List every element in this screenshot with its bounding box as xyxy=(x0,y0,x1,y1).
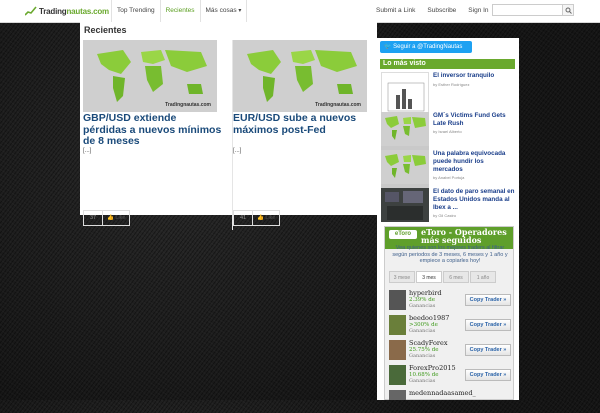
user-links: Submit a Link Subscribe Sign In xyxy=(370,0,495,22)
copy-trader-button[interactable]: Copy Trader » xyxy=(465,369,511,381)
thumb-brand: Tradingnautas.com xyxy=(165,102,211,108)
site-logo[interactable]: Tradingnautas.com xyxy=(25,5,109,17)
top-bar: Tradingnautas.com Top Trending Recientes… xyxy=(0,0,600,23)
trader-row: ForexPro2015 10.68% de Ganancias Copy Tr… xyxy=(389,364,511,388)
trader-gain-label: Ganancias xyxy=(409,328,436,334)
like-count: 37 xyxy=(84,211,103,225)
tab-period-0[interactable]: 3 mese xyxy=(389,271,415,283)
twitter-icon: 🐦 xyxy=(384,44,392,50)
period-tabs: 3 mese 3 mes 6 mes 1 año xyxy=(389,271,497,283)
main-nav: Top Trending Recientes Más cosas ▾ xyxy=(111,0,248,22)
popular-author: by Gil Castro xyxy=(433,213,457,218)
thumbs-up-icon: 👍 xyxy=(107,215,114,221)
post-excerpt: [...] xyxy=(83,148,92,154)
trader-row: hyperbird 2.39% de Ganancias Copy Trader… xyxy=(389,289,511,313)
popular-title[interactable]: Una palabra equivocada puede hundir los … xyxy=(433,150,515,174)
world-map-image xyxy=(381,150,429,184)
popular-author: by Esther Rodríguez xyxy=(433,82,470,87)
world-map-image xyxy=(381,112,429,146)
logo-chart-icon xyxy=(25,6,37,16)
copy-trader-button[interactable]: Copy Trader » xyxy=(465,319,511,331)
thumbs-up-icon: 👍 xyxy=(257,215,264,221)
avatar xyxy=(389,290,406,310)
trader-gain-label: Ganancias xyxy=(409,303,436,309)
trader-gain-label: Ganancias xyxy=(409,353,436,359)
post-thumbnail[interactable]: Tradingnautas.com xyxy=(83,40,217,112)
nav-mas-cosas[interactable]: Más cosas ▾ xyxy=(199,0,248,22)
post-title[interactable]: GBP/USD extiende pérdidas a nuevos mínim… xyxy=(83,112,223,148)
avatar xyxy=(389,365,406,385)
tab-period-2[interactable]: 6 mes xyxy=(443,271,469,283)
trading-floor-image xyxy=(381,188,429,222)
twitter-follow-button[interactable]: 🐦 Seguir a @TradingNautas xyxy=(380,41,472,53)
etoro-logo: eToro xyxy=(389,230,417,239)
like-button[interactable]: 👍 Like xyxy=(103,211,129,225)
thumb-brand: Tradingnautas.com xyxy=(315,102,361,108)
search-button[interactable] xyxy=(562,4,574,16)
sign-in-link[interactable]: Sign In xyxy=(462,0,494,22)
post-title[interactable]: EUR/USD sube a nuevos máximos post-Fed xyxy=(233,112,373,136)
post-footer: 37 👍 Like xyxy=(83,210,131,226)
trader-name[interactable]: ForexPro2015 xyxy=(409,364,456,372)
tab-period-1[interactable]: 3 mes xyxy=(416,271,442,283)
avatar xyxy=(389,315,406,335)
chevron-down-icon: ▾ xyxy=(238,8,242,14)
etoro-description: Vea quienes son los mejores traders al f… xyxy=(392,245,508,264)
trader-name[interactable]: beedoo1987 xyxy=(409,314,449,322)
trader-gain-label: Ganancias xyxy=(409,378,436,384)
most-viewed-header: Lo más visto xyxy=(380,59,515,69)
trader-name[interactable]: medennadaasamed_ xyxy=(409,389,476,397)
nav-recientes[interactable]: Recientes xyxy=(159,0,200,22)
popular-thumbnail[interactable] xyxy=(381,188,429,222)
avatar xyxy=(389,340,406,360)
trader-name[interactable]: hyperbird xyxy=(409,289,441,297)
book-cover-image xyxy=(387,82,425,112)
popular-thumbnail[interactable] xyxy=(381,72,429,116)
search-icon xyxy=(565,7,572,14)
logo-text: Tradingnautas.com xyxy=(39,6,109,16)
post-card: Tradingnautas.com EUR/USD sube a nuevos … xyxy=(232,40,376,230)
trader-row: ScadyForex 25.75% de Ganancias Copy Trad… xyxy=(389,339,511,363)
popular-title[interactable]: GM´s Victims Fund Gets Late Rush xyxy=(433,112,515,128)
popular-author: by Israel Alberto xyxy=(433,129,462,134)
tab-period-3[interactable]: 1 año xyxy=(470,271,496,283)
post-thumbnail[interactable]: Tradingnautas.com xyxy=(233,40,367,112)
popular-author: by Anabel Portuja xyxy=(433,175,465,180)
trader-name[interactable]: ScadyForex xyxy=(409,339,448,347)
post-card: Tradingnautas.com GBP/USD extiende pérdi… xyxy=(83,40,226,230)
copy-trader-button[interactable]: Copy Trader » xyxy=(465,294,511,306)
popular-title[interactable]: El dato de paro semanal en Estados Unido… xyxy=(433,188,515,212)
etoro-title: eToro - Operadores más seguidos xyxy=(421,227,507,245)
post-excerpt: [...] xyxy=(233,148,242,154)
subscribe-link[interactable]: Subscribe xyxy=(421,0,462,22)
nav-top-trending[interactable]: Top Trending xyxy=(111,0,160,22)
search-input[interactable] xyxy=(492,4,572,16)
trader-row: medennadaasamed_ xyxy=(389,389,511,413)
section-title: Recientes xyxy=(84,25,127,35)
like-count: 41 xyxy=(234,211,253,225)
popular-title[interactable]: El inversor tranquilo xyxy=(433,72,515,80)
submit-link[interactable]: Submit a Link xyxy=(370,0,421,22)
recent-posts-section: Recientes Tradingnautas.com GBP/USD exti… xyxy=(80,22,377,230)
trader-row: beedoo1987 >300% de Ganancias Copy Trade… xyxy=(389,314,511,338)
post-footer: 41 👍 Like xyxy=(233,210,281,226)
etoro-widget: eToro eToro - Operadores más seguidos Ve… xyxy=(384,226,514,400)
copy-trader-button[interactable]: Copy Trader » xyxy=(465,344,511,356)
avatar xyxy=(389,390,406,400)
like-button[interactable]: 👍 Like xyxy=(253,211,279,225)
